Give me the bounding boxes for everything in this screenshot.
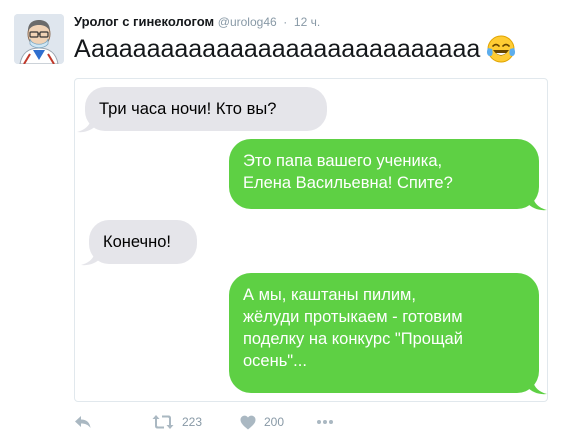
tweet-text: Ааааааааааааааааааааааааааааа	[74, 30, 516, 75]
incoming-bubble-tail-icon	[81, 250, 101, 266]
separator-dot: ·	[283, 15, 288, 29]
heart-icon	[240, 415, 256, 429]
outgoing-message-bubble: Это папа вашего ученика, Елена Васильевн…	[229, 139, 539, 209]
author-handle[interactable]: @urolog46	[218, 15, 277, 29]
like-count: 200	[264, 415, 285, 429]
outgoing-message-bubble: А мы, каштаны пилим, жёлуди протыкаем - …	[229, 273, 539, 393]
message-text: Три часа ночи! Кто вы?	[99, 100, 277, 118]
more-button[interactable]	[316, 410, 334, 434]
like-button[interactable]: 200	[240, 410, 284, 434]
retweet-icon	[152, 415, 174, 429]
reply-icon	[75, 416, 91, 428]
doctor-avatar-icon	[14, 14, 64, 64]
tears-of-joy-emoji-icon	[486, 34, 516, 75]
tweet-timestamp[interactable]: 12 ч.	[294, 15, 320, 29]
outgoing-bubble-tail-icon	[527, 379, 547, 395]
incoming-bubble-tail-icon	[77, 117, 97, 133]
message-line: Это папа вашего ученика,	[243, 152, 443, 170]
retweet-count: 223	[182, 415, 203, 429]
tweet-actions: 223 200	[74, 410, 474, 434]
message-line: Елена Васильевна! Спите?	[243, 174, 453, 192]
message-line: А мы, каштаны пилим,	[243, 286, 416, 304]
outgoing-bubble-tail-icon	[527, 195, 547, 211]
message-text: Конечно!	[103, 233, 171, 251]
reply-button[interactable]	[74, 410, 92, 434]
retweet-button[interactable]: 223	[152, 410, 202, 434]
message-line: жёлуди протыкаем - готовим	[243, 308, 463, 326]
message-line: осень"...	[243, 352, 307, 370]
message-line: поделку на конкурс "Прощай	[243, 330, 463, 348]
tweet-header: Уролог с гинекологом @urolog46 · 12 ч.	[74, 14, 320, 30]
author-name[interactable]: Уролог с гинекологом	[74, 14, 214, 29]
incoming-message-bubble: Конечно!	[89, 220, 197, 264]
chat-screenshot-image[interactable]: Три часа ночи! Кто вы? Это папа вашего у…	[74, 78, 548, 402]
more-icon	[317, 420, 333, 424]
tweet-text-content: Ааааааааааааааааааааааааааааа	[74, 35, 481, 63]
incoming-message-bubble: Три часа ночи! Кто вы?	[85, 87, 327, 131]
avatar[interactable]	[14, 14, 64, 64]
